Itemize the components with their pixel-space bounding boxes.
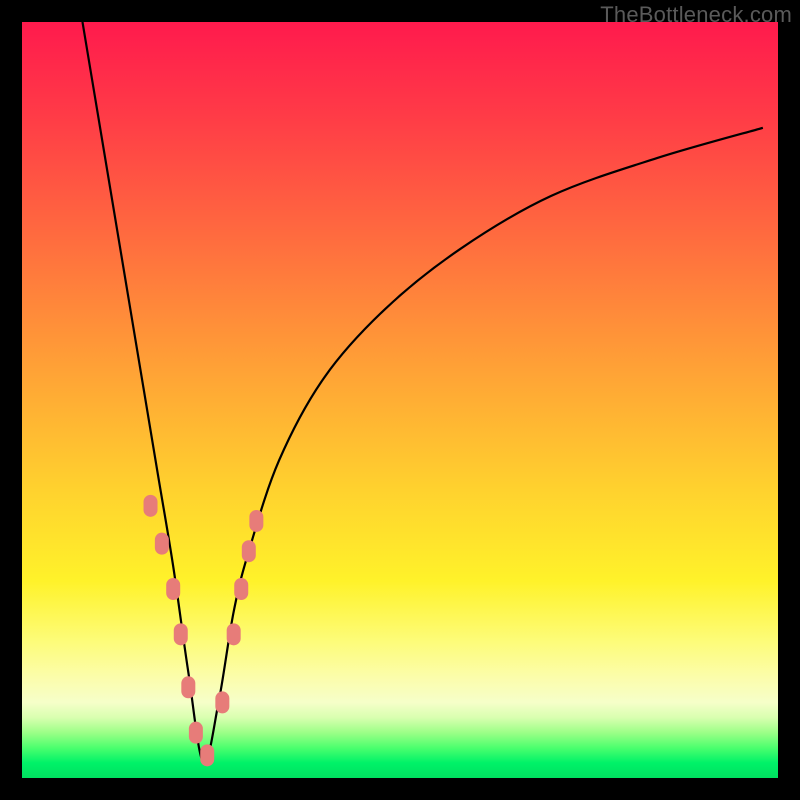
chart-frame: TheBottleneck.com <box>0 0 800 800</box>
data-marker <box>181 676 195 698</box>
data-marker <box>174 623 188 645</box>
data-marker <box>144 495 158 517</box>
data-marker <box>215 691 229 713</box>
data-marker <box>200 744 214 766</box>
data-marker <box>242 540 256 562</box>
plot-area <box>22 22 778 778</box>
data-marker <box>189 722 203 744</box>
data-marker <box>234 578 248 600</box>
bottleneck-curve <box>82 22 762 763</box>
data-marker <box>227 623 241 645</box>
data-marker <box>166 578 180 600</box>
data-marker <box>155 533 169 555</box>
bottleneck-plot <box>22 22 778 778</box>
data-marker <box>249 510 263 532</box>
